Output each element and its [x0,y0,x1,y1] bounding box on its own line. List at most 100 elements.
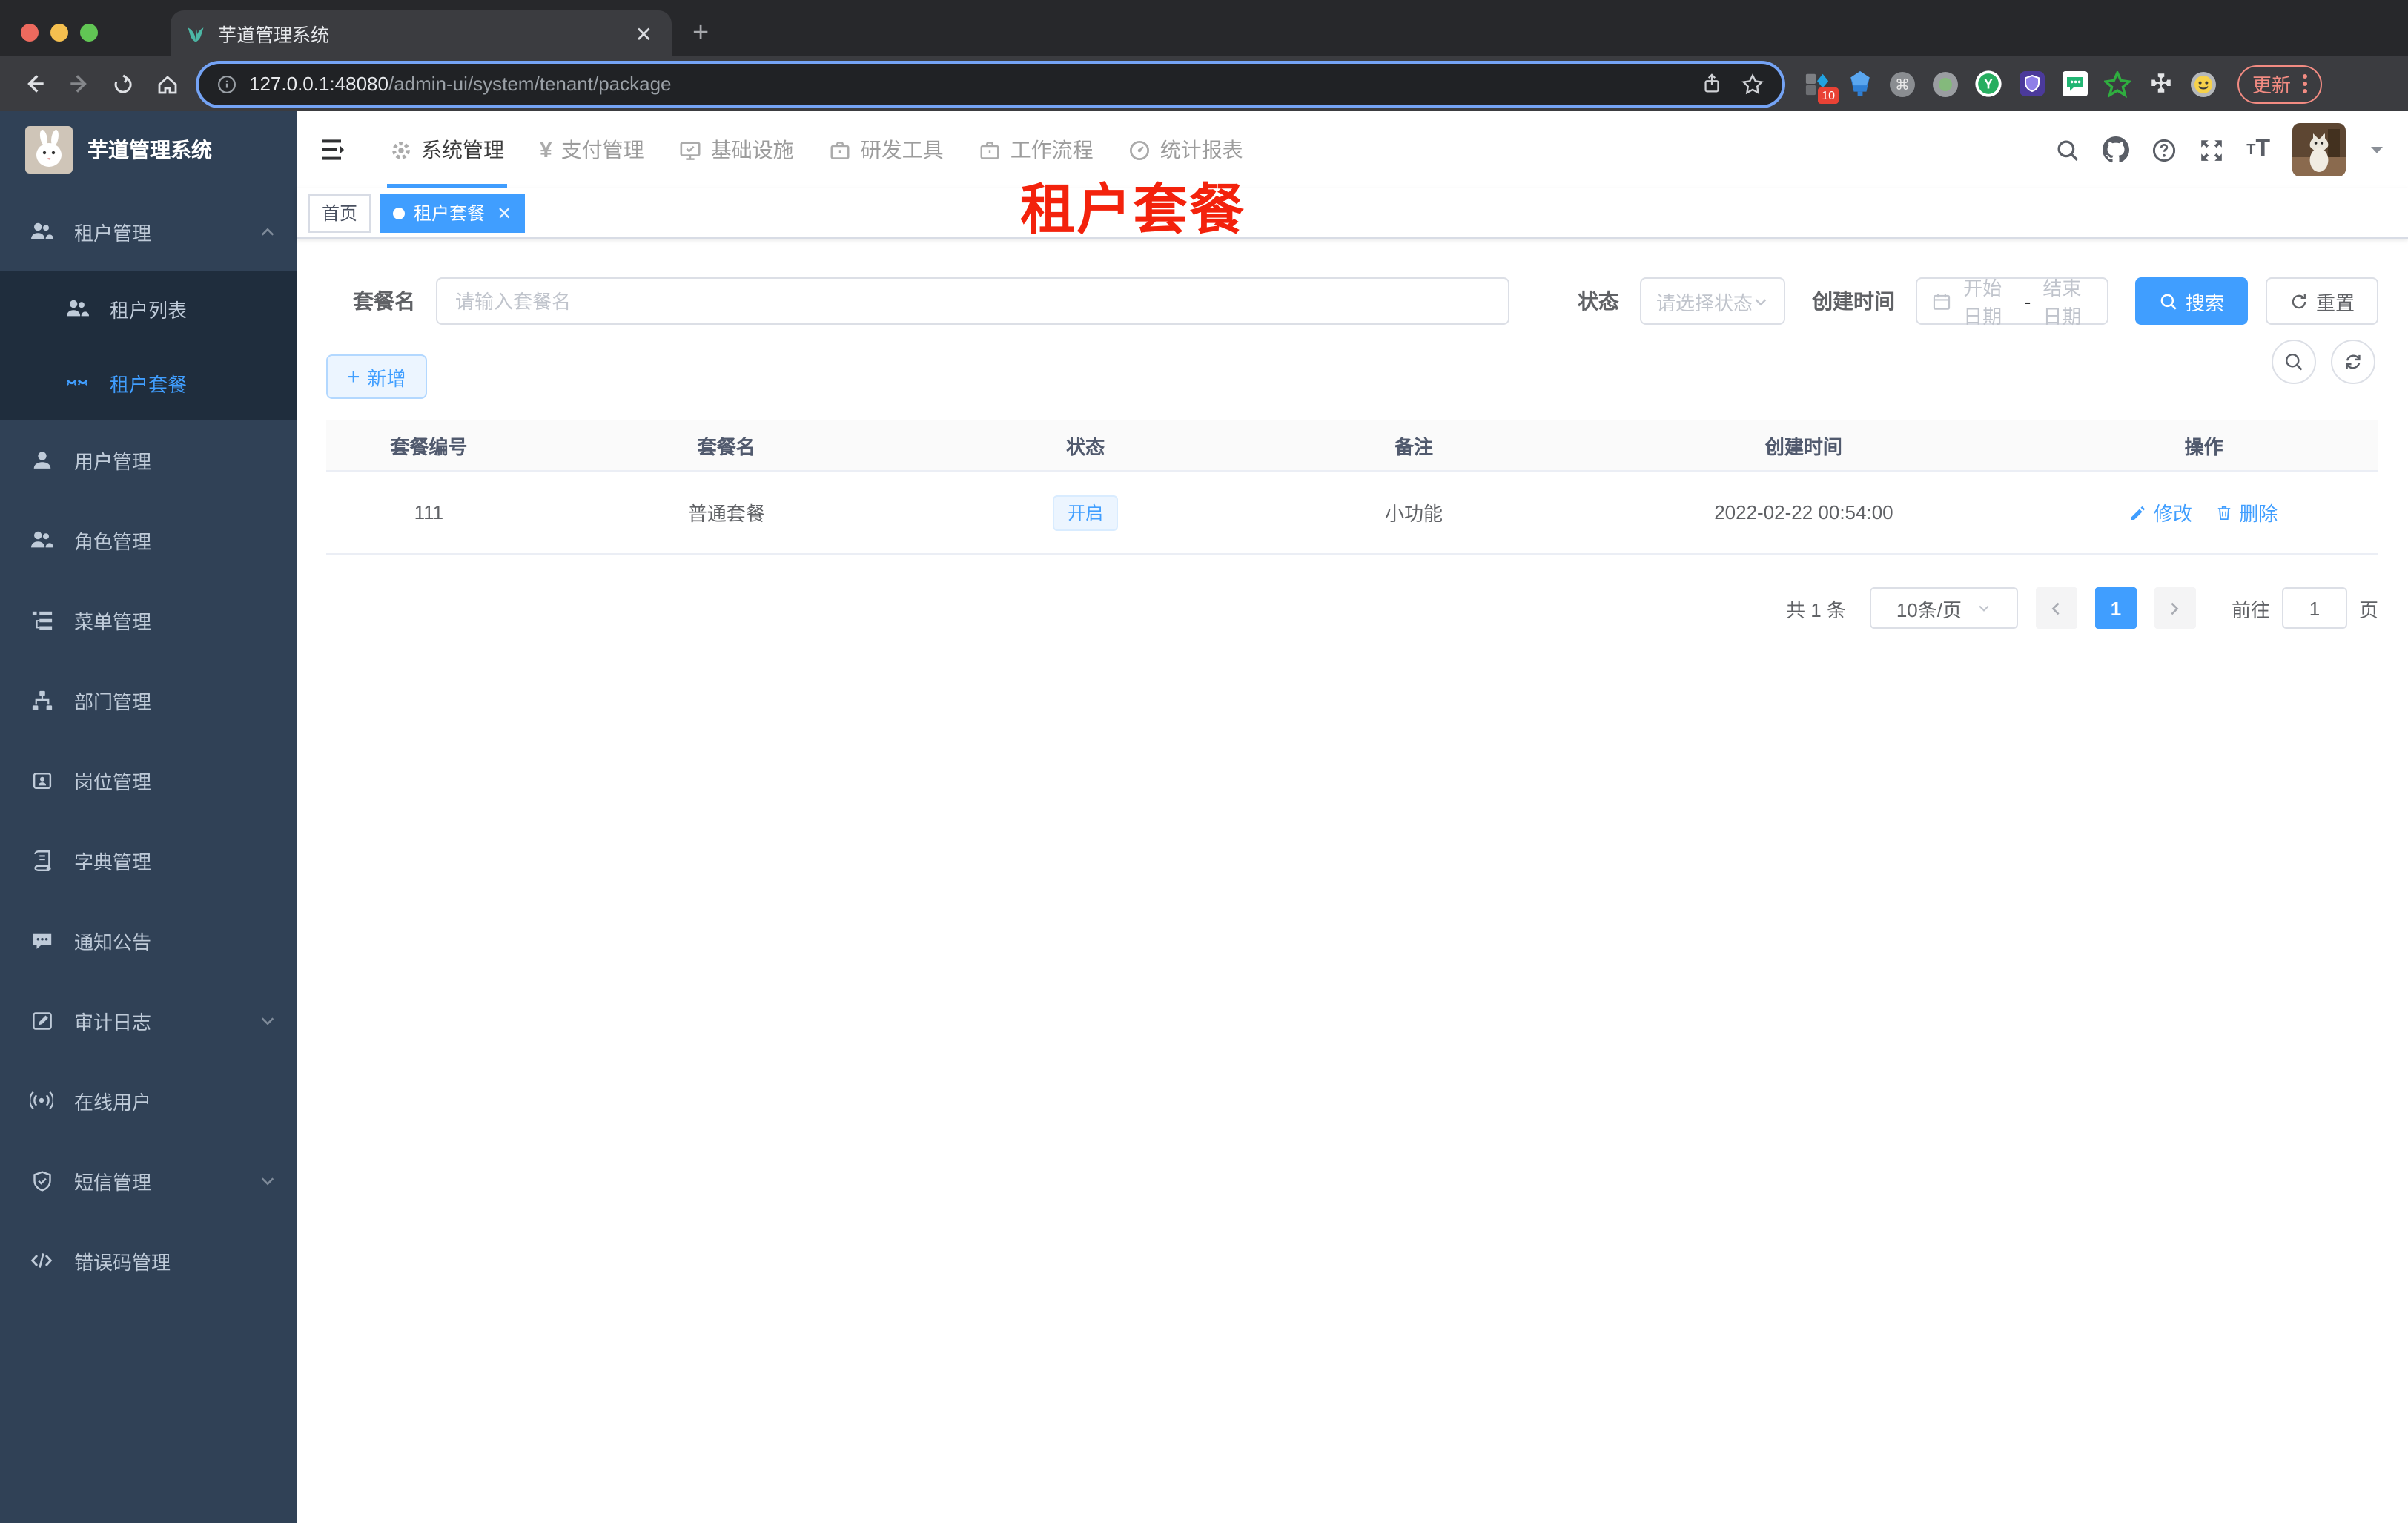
extension-icon-10[interactable] [2190,70,2217,97]
extensions-puzzle-icon[interactable] [2147,70,2174,97]
search-button[interactable]: 搜索 [2134,277,2248,325]
fullscreen-icon[interactable] [2199,137,2224,162]
sidebar-item-tenant-list[interactable]: 租户列表 [0,271,297,346]
avatar-caret-icon[interactable] [2368,141,2386,159]
sidebar-item-dict[interactable]: 字典管理 [0,820,297,900]
delete-link[interactable]: 删除 [2215,498,2278,526]
sidebar-item-online-user[interactable]: 在线用户 [0,1060,297,1140]
search-icon[interactable] [2055,137,2080,162]
home-icon[interactable] [148,65,187,103]
sidebar-item-post[interactable]: 岗位管理 [0,740,297,820]
tab-close-icon[interactable]: ✕ [631,23,657,44]
briefcase-icon [979,139,1002,161]
col-header: 操作 [2184,435,2223,457]
sidebar-item-label: 部门管理 [74,690,152,713]
font-size-icon[interactable]: TT [2246,136,2270,163]
header-actions: TT [2055,123,2386,176]
back-icon[interactable] [15,65,53,103]
window-minimize-button[interactable] [50,24,68,42]
top-menu-workflow[interactable]: 工作流程 [962,111,1111,188]
browser-update-button[interactable]: 更新 [2237,65,2323,103]
cell-package-id: 111 [414,501,444,523]
sidebar-item-dept[interactable]: 部门管理 [0,660,297,740]
col-header: 创建时间 [1764,435,1842,457]
window-zoom-button[interactable] [80,24,98,42]
sidebar-item-sms[interactable]: 短信管理 [0,1140,297,1220]
sidebar-item-tenant[interactable]: 租户管理 [0,191,297,271]
top-menu-devtools[interactable]: 研发工具 [812,111,962,188]
url-host: 127.0.0.1:48080 [249,73,388,95]
address-bar[interactable]: 127.0.0.1:48080/admin-ui/system/tenant/p… [199,63,1782,105]
calendar-icon [1932,291,1951,311]
top-menu-report[interactable]: 统计报表 [1111,111,1261,188]
date-range-picker[interactable]: 开始日期 - 结束日期 [1916,277,2108,328]
end-date-placeholder: 结束日期 [2042,277,2082,328]
sidebar-item-menu[interactable]: 菜单管理 [0,580,297,660]
prev-page-icon[interactable] [2035,587,2077,629]
edit-log-icon [30,1008,53,1032]
goto-page-input[interactable] [2281,587,2347,629]
code-icon [30,1249,53,1272]
broadcast-icon [30,1088,53,1112]
dashboard-icon [1129,139,1151,161]
sidebar-item-tenant-package[interactable]: 租户套餐 [0,346,297,420]
extension-icon-6[interactable] [2018,70,2045,97]
share-icon[interactable] [1701,73,1723,95]
cell-created-at: 2022-02-22 00:54:00 [1714,501,1893,523]
sidebar-item-audit-log[interactable]: 审计日志 [0,980,297,1060]
add-button[interactable]: + 新增 [326,354,427,399]
reset-button[interactable]: 重置 [2265,277,2378,325]
browser-tab[interactable]: 芋道管理系统 ✕ [171,10,672,56]
next-page-icon[interactable] [2154,587,2196,629]
extension-icon-7[interactable] [2061,70,2088,97]
top-menu-system[interactable]: 系统管理 [372,111,522,188]
tenant-package-icon [65,371,89,394]
forward-icon[interactable] [59,65,98,103]
window-close-button[interactable] [21,24,39,42]
org-tree-icon [30,688,53,712]
status-filter-label: 状态 [1577,289,1619,313]
sidebar-item-user[interactable]: 用户管理 [0,420,297,500]
sidebar-collapse-icon[interactable] [319,133,351,166]
select-caret-icon [1753,293,1769,309]
extension-icon-5[interactable]: Y [1975,70,2002,97]
sidebar-item-label: 菜单管理 [74,610,152,632]
tag-tenant-package[interactable]: 租户套餐 ✕ [380,194,526,232]
browser-menu-icon[interactable] [2303,74,2308,93]
delete-link-label: 删除 [2239,503,2278,525]
edit-link-label: 修改 [2153,503,2192,525]
reset-button-label: 重置 [2315,291,2355,314]
badge-icon [30,768,53,792]
table-search-toggle-icon[interactable] [2272,340,2316,384]
top-menu-payment[interactable]: ¥ 支付管理 [522,111,662,188]
cell-actions: 修改 删除 [2029,498,2378,526]
sidebar-item-error-code[interactable]: 错误码管理 [0,1220,297,1301]
sidebar-item-label: 审计日志 [74,1011,152,1033]
new-tab-button[interactable]: + [692,19,709,47]
page-size-select[interactable]: 10条/页 [1869,587,2018,629]
github-icon[interactable] [2103,136,2130,163]
tag-close-icon[interactable]: ✕ [494,202,512,223]
sidebar-item-label: 用户管理 [74,450,152,472]
extension-icon-1[interactable]: 10 [1803,70,1839,103]
page-number-current[interactable]: 1 [2094,587,2137,629]
sidebar-item-role[interactable]: 角色管理 [0,500,297,580]
sidebar-item-notice[interactable]: 通知公告 [0,900,297,980]
edit-link[interactable]: 修改 [2130,498,2192,526]
extension-icon-2[interactable] [1846,70,1873,97]
user-avatar[interactable] [2292,123,2346,176]
cell-remark: 小功能 [1384,503,1443,525]
reload-icon[interactable] [104,65,142,103]
tag-home[interactable]: 首页 [308,194,371,232]
bookmark-star-icon[interactable] [1741,72,1764,96]
top-menu-infra[interactable]: 基础设施 [662,111,812,188]
extension-icon-8[interactable] [2104,70,2131,97]
status-select[interactable]: 请选择状态 [1639,277,1786,325]
extension-icon-4[interactable] [1932,70,1959,97]
table-refresh-icon[interactable] [2331,340,2375,384]
tags-view: 首页 租户套餐 ✕ [297,188,2408,239]
package-name-input[interactable] [436,277,1509,325]
extension-icon-3[interactable]: ⌘ [1889,70,1916,97]
site-info-icon[interactable] [216,73,237,94]
help-icon[interactable] [2151,137,2177,162]
